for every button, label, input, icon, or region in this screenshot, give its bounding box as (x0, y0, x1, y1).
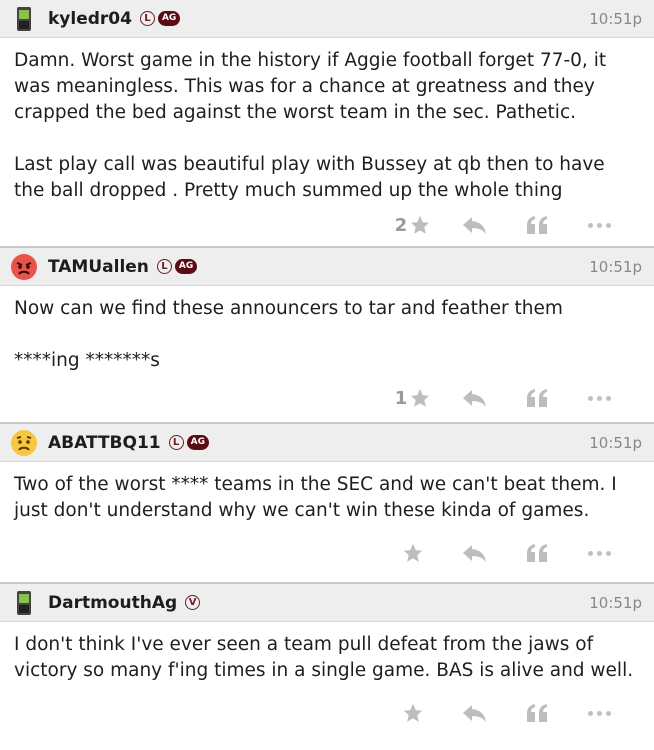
quote-button[interactable] (506, 703, 568, 723)
quote-icon (527, 389, 547, 407)
star-button[interactable] (382, 542, 444, 564)
post: DartmouthAg V 10:51p I don't think I've … (0, 584, 654, 742)
more-button[interactable] (568, 550, 630, 556)
reply-icon (463, 705, 486, 722)
badge-v: V (185, 595, 201, 610)
post-time: 10:51p (589, 593, 642, 612)
star-button[interactable]: 2 (382, 214, 444, 236)
quote-icon (527, 216, 547, 234)
post-paragraph: I don't think I've ever seen a team pull… (14, 634, 634, 681)
star-icon (411, 215, 430, 234)
post-header: DartmouthAg V 10:51p (0, 584, 654, 622)
post-header: TAMUallen L AG 10:51p (0, 248, 654, 286)
reply-button[interactable] (444, 703, 506, 723)
post: ABATTBQ11 L AG 10:51p Two of the worst *… (0, 424, 654, 584)
post-time: 10:51p (589, 9, 642, 28)
star-count: 1 (394, 387, 408, 409)
reply-icon (463, 217, 486, 234)
worried-face-icon[interactable] (10, 429, 38, 457)
username[interactable]: DartmouthAg (48, 593, 177, 613)
quote-button[interactable] (506, 543, 568, 563)
username[interactable]: ABATTBQ11 (48, 433, 161, 453)
post-actions (0, 684, 654, 742)
username[interactable]: TAMUallen (48, 257, 149, 277)
reply-icon (463, 545, 486, 562)
more-button[interactable] (568, 222, 630, 228)
reply-button[interactable] (444, 543, 506, 563)
badge-ag: AG (186, 435, 209, 450)
badge-l: L (139, 11, 155, 26)
star-button[interactable]: 1 (382, 387, 444, 409)
post: kyledr04 L AG 10:51p Damn. Worst game in… (0, 0, 654, 248)
post-header: kyledr04 L AG 10:51p (0, 0, 654, 38)
post-paragraph: Damn. Worst game in the history if Aggie… (14, 50, 607, 123)
star-icon (403, 703, 423, 722)
star-button[interactable] (382, 702, 444, 724)
more-icon (587, 222, 611, 228)
badge-ag: AG (174, 259, 198, 274)
post-paragraph: Last play call was beautiful play with B… (14, 154, 605, 201)
post-time: 10:51p (589, 257, 642, 276)
quote-icon (527, 704, 547, 722)
post-paragraph: Two of the worst **** teams in the SEC a… (14, 474, 617, 521)
star-icon (403, 543, 423, 562)
more-icon (587, 710, 611, 716)
quote-button[interactable] (506, 388, 568, 408)
badge-l: L (156, 259, 172, 274)
more-icon (587, 550, 611, 556)
post-actions: 2 (0, 204, 654, 246)
reply-button[interactable] (444, 215, 506, 235)
reply-icon (463, 390, 486, 407)
badge-ag: AG (157, 11, 181, 26)
post-header: ABATTBQ11 L AG 10:51p (0, 424, 654, 462)
post-actions: 1 (0, 374, 654, 422)
post-time: 10:51p (589, 433, 642, 452)
post-body: Two of the worst **** teams in the SEC a… (0, 462, 654, 524)
phone-icon[interactable] (10, 5, 38, 33)
post-body: Damn. Worst game in the history if Aggie… (0, 38, 654, 204)
username[interactable]: kyledr04 (48, 9, 132, 29)
post-paragraph: ****ing *******s (14, 350, 160, 371)
reply-button[interactable] (444, 388, 506, 408)
post: TAMUallen L AG 10:51p Now can we find th… (0, 248, 654, 424)
more-button[interactable] (568, 395, 630, 401)
more-button[interactable] (568, 710, 630, 716)
star-icon (411, 388, 430, 407)
post-actions (0, 524, 654, 582)
quote-button[interactable] (506, 215, 568, 235)
quote-icon (527, 544, 547, 562)
star-count: 2 (394, 214, 408, 236)
post-body: Now can we find these announcers to tar … (0, 286, 654, 374)
badge-l: L (168, 435, 184, 450)
phone-icon[interactable] (10, 589, 38, 617)
post-paragraph: Now can we find these announcers to tar … (14, 298, 563, 319)
post-body: I don't think I've ever seen a team pull… (0, 622, 654, 684)
angry-face-icon[interactable] (10, 253, 38, 281)
more-icon (587, 395, 611, 401)
